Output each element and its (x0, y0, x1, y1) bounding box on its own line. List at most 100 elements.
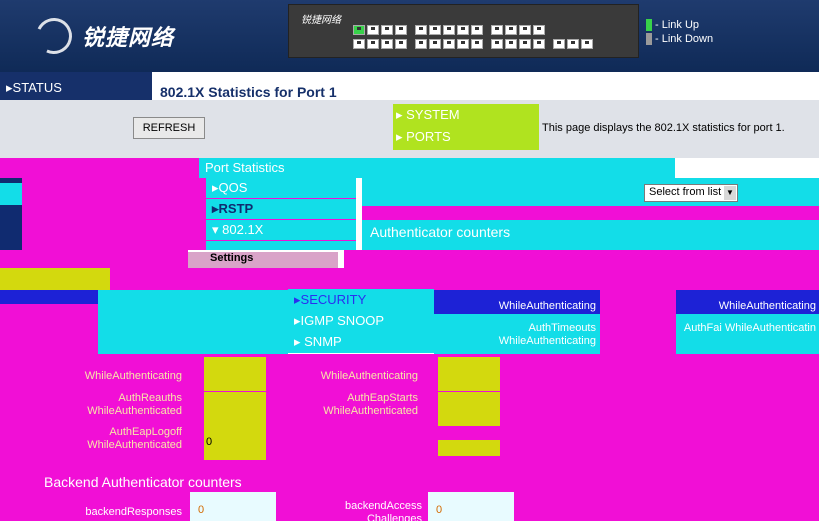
nav-item-igmp-snoop[interactable]: ▸IGMP SNOOP (288, 310, 434, 331)
switch-port-icon (581, 39, 593, 49)
link-down-swatch (646, 33, 652, 45)
switch-port-icon (457, 25, 469, 35)
backend-value-responses: 0 (190, 492, 276, 521)
chevron-down-icon: ▼ (724, 186, 736, 200)
switch-port-icon (519, 25, 531, 35)
link-down-label: - Link Down (655, 33, 714, 45)
switch-port-icon (429, 25, 441, 35)
switch-port-icon (443, 25, 455, 35)
switch-port-icon (533, 25, 545, 35)
counter-value-left-2: 0 (204, 426, 266, 460)
switch-port-icon (395, 25, 407, 35)
switch-port-icon (519, 39, 531, 49)
counter-label-mid-1: AuthTimeouts WhileAuthenticating (498, 322, 596, 347)
corrupt-block (22, 178, 206, 250)
corrupt-block (110, 268, 819, 290)
switch-port-icon (353, 39, 365, 49)
menu-item-system[interactable]: ▸ SYSTEM (393, 104, 539, 126)
switch-port-icon (415, 25, 427, 35)
submenu-item-qos-label: QOS (218, 180, 248, 195)
brand-name: 锐捷网络 (82, 26, 175, 51)
switch-port-icon (443, 39, 455, 49)
page: 锐捷网络 锐捷网络 - Link Up - Link Down ▸STATUS … (0, 0, 819, 521)
corrupt-block (362, 206, 819, 220)
nav-item-igmp-snoop-label: IGMP SNOOP (300, 313, 385, 328)
backend-label-responses: backendResponses (85, 506, 182, 518)
authenticator-counters-title: Authenticator counters (370, 224, 511, 240)
link-up-swatch (646, 19, 652, 31)
switch-logo: 锐捷网络 (301, 15, 341, 26)
corrupt-block (600, 290, 676, 354)
nav-item-security[interactable]: ▸SECURITY (288, 289, 434, 310)
counter-label-mid-0: WhileAuthenticating (498, 300, 596, 312)
switch-port-icon (533, 39, 545, 49)
page-title: 802.1X Statistics for Port 1 (160, 84, 337, 100)
counter-label-right-0: WhileAuthenticating (718, 300, 816, 312)
menu-item-ports[interactable]: ▸ PORTS (393, 126, 539, 148)
switch-port-icon (367, 25, 379, 35)
backend-label-access-challenges: backendAccess Challenges (344, 500, 422, 521)
counter-label-mid-2: WhileAuthenticating (320, 370, 418, 382)
counter-label-left-1: AuthReauths WhileAuthenticated (87, 392, 182, 417)
counter-value-mid-1 (438, 392, 500, 426)
corrupt-block (98, 290, 288, 354)
port-statistics-label: Port Statistics (205, 160, 285, 175)
counter-value-mid-2 (438, 440, 500, 456)
section-nav: ▸SECURITY ▸IGMP SNOOP ▸ SNMP (288, 289, 434, 353)
backend-counters-title: Backend Authenticator counters (44, 474, 242, 490)
link-legend: - Link Up - Link Down (646, 18, 713, 46)
logo-swoosh-icon (30, 12, 78, 60)
settings-tab[interactable]: Settings (188, 252, 338, 268)
counter-label-left-0: WhileAuthenticating (84, 370, 182, 382)
submenu: ▸QOS ▸RSTP ▾ 802.1X (206, 178, 356, 250)
switch-port-icon (367, 39, 379, 49)
corrupt-block (0, 268, 110, 290)
nav-item-status[interactable]: ▸STATUS (0, 72, 152, 96)
corrupt-block (0, 183, 22, 205)
menu-item-system-label: SYSTEM (406, 107, 460, 122)
switch-port-icon (553, 39, 565, 49)
switch-front-panel: 锐捷网络 (288, 4, 639, 58)
corrupt-block (0, 290, 98, 304)
switch-port-icon (505, 39, 517, 49)
corrupt-block (0, 250, 188, 268)
submenu-item-rstp[interactable]: ▸RSTP (206, 199, 356, 220)
port-select[interactable]: Select from list ▼ (644, 184, 738, 202)
switch-port-icon (353, 25, 365, 35)
switch-port-icon (395, 39, 407, 49)
switch-port-icon (429, 39, 441, 49)
submenu-item-8021x[interactable]: ▾ 802.1X (206, 220, 356, 241)
nav-item-status-label: STATUS (12, 80, 62, 95)
menu-item-ports-label: PORTS (406, 129, 451, 144)
nav-item-security-label: SECURITY (300, 292, 367, 307)
refresh-button[interactable]: REFRESH (133, 117, 205, 139)
corrupt-block (362, 178, 819, 206)
header-banner: 锐捷网络 锐捷网络 - Link Up - Link Down (0, 0, 819, 72)
switch-port-icon (381, 25, 393, 35)
port-row-bottom (353, 39, 593, 49)
submenu-item-8021x-label: 802.1X (222, 222, 264, 237)
backend-value-access-challenges: 0 (428, 492, 514, 521)
switch-port-icon (491, 39, 503, 49)
nav-item-snmp-label: SNMP (304, 334, 342, 349)
nav-item-snmp[interactable]: ▸ SNMP (288, 331, 434, 352)
submenu-item-qos[interactable]: ▸QOS (206, 178, 356, 199)
counter-value-left-1 (204, 392, 266, 426)
corrupt-block (344, 250, 819, 268)
title-strip: 802.1X Statistics for Port 1 (152, 72, 819, 100)
link-up-label: - Link Up (655, 19, 700, 31)
switch-port-icon (381, 39, 393, 49)
counter-label-left-2: AuthEapLogoff WhileAuthenticated (87, 426, 182, 451)
dropdown-menu: ▸ SYSTEM ▸ PORTS (393, 104, 539, 150)
submenu-item-rstp-label: RSTP (218, 201, 254, 216)
info-text: This page displays the 802.1X statistics… (542, 122, 785, 134)
corrupt-block (0, 304, 98, 354)
port-statistics-header: Port Statistics (199, 158, 675, 178)
switch-port-icon (471, 25, 483, 35)
counter-label-right-1: AuthFai WhileAuthenticatin (683, 322, 816, 334)
switch-port-icon (415, 39, 427, 49)
corrupt-block (0, 158, 199, 178)
switch-port-icon (471, 39, 483, 49)
left-nav: ▸STATUS (0, 72, 152, 100)
counter-value-mid-0 (438, 357, 500, 391)
